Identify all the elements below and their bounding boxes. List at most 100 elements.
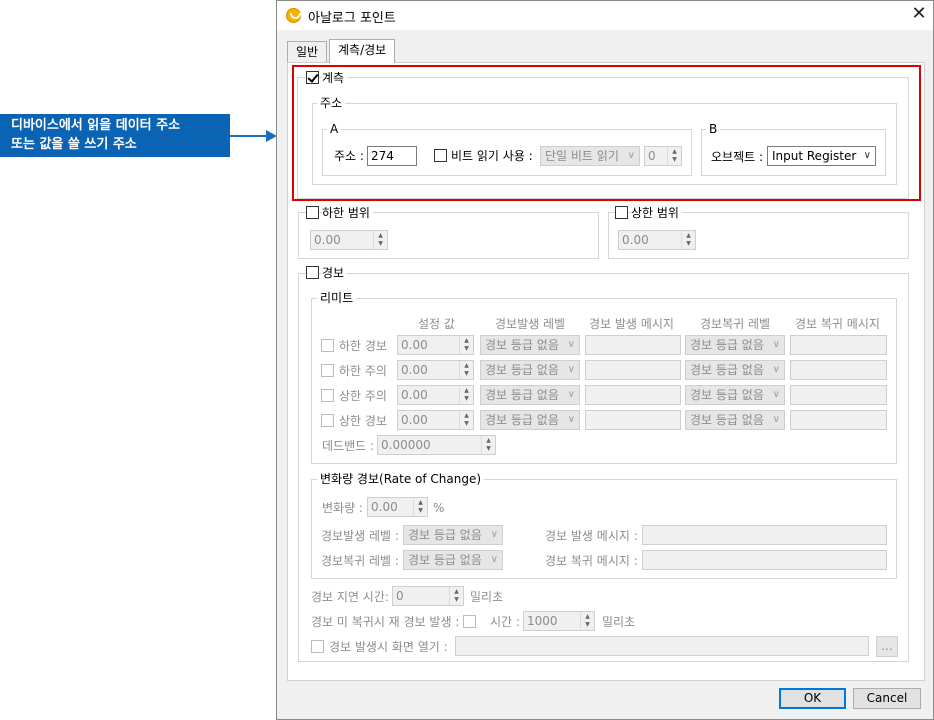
limit-value: 0.00 xyxy=(401,363,428,377)
spin-arrows-icon[interactable]: ▲ ▼ xyxy=(481,436,495,454)
restore-level-select[interactable]: 경보 등급 없음 ∨ xyxy=(685,335,785,355)
limit-row-label: 하한 경보 xyxy=(339,339,387,353)
tab-measure-alarm[interactable]: 계측/경보 xyxy=(329,39,396,63)
roc-restore-select[interactable]: 경보 등급 없음 ∨ xyxy=(403,550,503,570)
screen-checkbox[interactable] xyxy=(311,640,324,653)
spin-arrows-icon[interactable]: ▲ ▼ xyxy=(459,336,473,354)
roc-message-label: 경보 발생 메시지 : xyxy=(545,529,638,543)
low-range-label: 하한 범위 xyxy=(322,206,373,220)
limit-row-label: 상한 경보 xyxy=(339,414,387,428)
alarm-level-select[interactable]: 경보 등급 없음 ∨ xyxy=(480,410,580,430)
alarm-level-select[interactable]: 경보 등급 없음 ∨ xyxy=(480,385,580,405)
restore-message-input[interactable] xyxy=(790,385,887,405)
restore-level-value: 경보 등급 없음 xyxy=(690,363,764,377)
restore-level-select[interactable]: 경보 등급 없음 ∨ xyxy=(685,360,785,380)
callout-arrow-line xyxy=(230,135,268,137)
window-title: 아날로그 포인트 xyxy=(308,11,396,26)
col-alarm-level: 경보발생 레벨 xyxy=(495,317,566,331)
limit-row-label: 하한 주의 xyxy=(339,364,387,378)
row-checkbox[interactable] xyxy=(321,414,334,427)
restore-level-select[interactable]: 경보 등급 없음 ∨ xyxy=(685,385,785,405)
alarm-level-select[interactable]: 경보 등급 없음 ∨ xyxy=(480,335,580,355)
limit-value-stepper[interactable]: 0.00 ▲ ▼ xyxy=(397,360,474,380)
roc-level-value: 경보 등급 없음 xyxy=(408,528,482,542)
delay-label: 경보 지연 시간: xyxy=(311,590,389,604)
alarm-message-input[interactable] xyxy=(585,410,681,430)
spin-arrows-icon[interactable]: ▲ ▼ xyxy=(373,231,387,249)
screen-label: 경보 발생시 화면 열기 : xyxy=(329,640,448,654)
restore-level-select[interactable]: 경보 등급 없음 ∨ xyxy=(685,410,785,430)
limit-value-stepper[interactable]: 0.00 ▲ ▼ xyxy=(397,385,474,405)
tab-general[interactable]: 일반 xyxy=(287,41,328,62)
chevron-down-icon: ∨ xyxy=(490,554,498,565)
limit-value-stepper[interactable]: 0.00 ▲ ▼ xyxy=(397,410,474,430)
deadband-label: 데드밴드 : xyxy=(322,439,375,453)
row-checkbox[interactable] xyxy=(321,364,334,377)
alarm-message-input[interactable] xyxy=(585,360,681,380)
repeat-unit: 밀리초 xyxy=(602,615,636,629)
roc-value: 0.00 xyxy=(371,500,398,514)
row-checkbox[interactable] xyxy=(321,339,334,352)
repeat-checkbox[interactable] xyxy=(463,615,476,628)
roc-level-label: 경보발생 레벨 : xyxy=(321,529,399,543)
limit-value-stepper[interactable]: 0.00 ▲ ▼ xyxy=(397,335,474,355)
restore-level-value: 경보 등급 없음 xyxy=(690,338,764,352)
restore-message-input[interactable] xyxy=(790,335,887,355)
alarm-level-value: 경보 등급 없음 xyxy=(485,338,559,352)
col-alarm-message: 경보 발생 메시지 xyxy=(589,317,674,331)
roc-restore-message-input[interactable] xyxy=(642,550,887,570)
spin-arrows-icon[interactable]: ▲ ▼ xyxy=(413,498,427,516)
chevron-down-icon: ∨ xyxy=(567,389,575,400)
alarm-level-value: 경보 등급 없음 xyxy=(485,363,559,377)
roc-label: 변화량 : xyxy=(322,501,363,515)
alarm-level-value: 경보 등급 없음 xyxy=(485,388,559,402)
highlight-box xyxy=(292,65,921,201)
alarm-message-input[interactable] xyxy=(585,335,681,355)
callout-annotation: 디바이스에서 읽을 데이터 주소 또는 값을 쓸 쓰기 주소 xyxy=(0,114,230,157)
alarm-message-input[interactable] xyxy=(585,385,681,405)
chevron-down-icon: ∨ xyxy=(772,389,780,400)
spin-arrows-icon[interactable]: ▲ ▼ xyxy=(681,231,695,249)
delay-stepper[interactable]: 0 ▲ ▼ xyxy=(392,586,464,606)
limit-value: 0.00 xyxy=(401,338,428,352)
screen-path-input[interactable] xyxy=(455,636,869,656)
spin-arrows-icon[interactable]: ▲ ▼ xyxy=(580,612,594,630)
ok-button[interactable]: OK xyxy=(779,688,846,709)
deadband-value: 0.00000 xyxy=(381,438,431,452)
row-checkbox[interactable] xyxy=(321,389,334,402)
limit-value: 0.00 xyxy=(401,413,428,427)
alarm-level-select[interactable]: 경보 등급 없음 ∨ xyxy=(480,360,580,380)
cancel-button[interactable]: Cancel xyxy=(853,688,921,709)
high-range-stepper[interactable]: 0.00 ▲ ▼ xyxy=(618,230,696,250)
alarm-checkbox[interactable] xyxy=(306,266,319,279)
deadband-stepper[interactable]: 0.00000 ▲ ▼ xyxy=(377,435,496,455)
roc-level-select[interactable]: 경보 등급 없음 ∨ xyxy=(403,525,503,545)
spin-arrows-icon[interactable]: ▲ ▼ xyxy=(459,411,473,429)
col-restore-message: 경보 복귀 메시지 xyxy=(795,317,880,331)
roc-restore-value: 경보 등급 없음 xyxy=(408,553,482,567)
repeat-time-stepper[interactable]: 1000 ▲ ▼ xyxy=(523,611,595,631)
low-range-stepper[interactable]: 0.00 ▲ ▼ xyxy=(310,230,388,250)
repeat-time-value: 1000 xyxy=(527,614,558,628)
spin-arrows-icon[interactable]: ▲ ▼ xyxy=(449,587,463,605)
low-range-checkbox[interactable] xyxy=(306,206,319,219)
spin-arrows-icon[interactable]: ▲ ▼ xyxy=(459,361,473,379)
chevron-down-icon: ∨ xyxy=(490,529,498,540)
repeat-label: 경보 미 복귀시 재 경보 발생 : xyxy=(311,615,460,629)
close-icon[interactable]: ✕ xyxy=(909,4,929,24)
high-range-checkbox[interactable] xyxy=(615,206,628,219)
roc-restore-label: 경보복귀 레벨 : xyxy=(321,554,399,568)
roc-restore-message-label: 경보 복귀 메시지 : xyxy=(545,554,638,568)
delay-value: 0 xyxy=(396,589,404,603)
roc-stepper[interactable]: 0.00 ▲ ▼ xyxy=(367,497,428,517)
chevron-down-icon: ∨ xyxy=(772,364,780,375)
spin-arrows-icon[interactable]: ▲ ▼ xyxy=(459,386,473,404)
callout-line-2: 또는 값을 쓸 쓰기 주소 xyxy=(11,137,137,152)
restore-message-input[interactable] xyxy=(790,410,887,430)
high-range-label: 상한 범위 xyxy=(631,206,682,220)
chevron-down-icon: ∨ xyxy=(772,339,780,350)
browse-button[interactable]: ... xyxy=(876,636,898,657)
roc-message-input[interactable] xyxy=(642,525,887,545)
chevron-down-icon: ∨ xyxy=(567,414,575,425)
restore-message-input[interactable] xyxy=(790,360,887,380)
